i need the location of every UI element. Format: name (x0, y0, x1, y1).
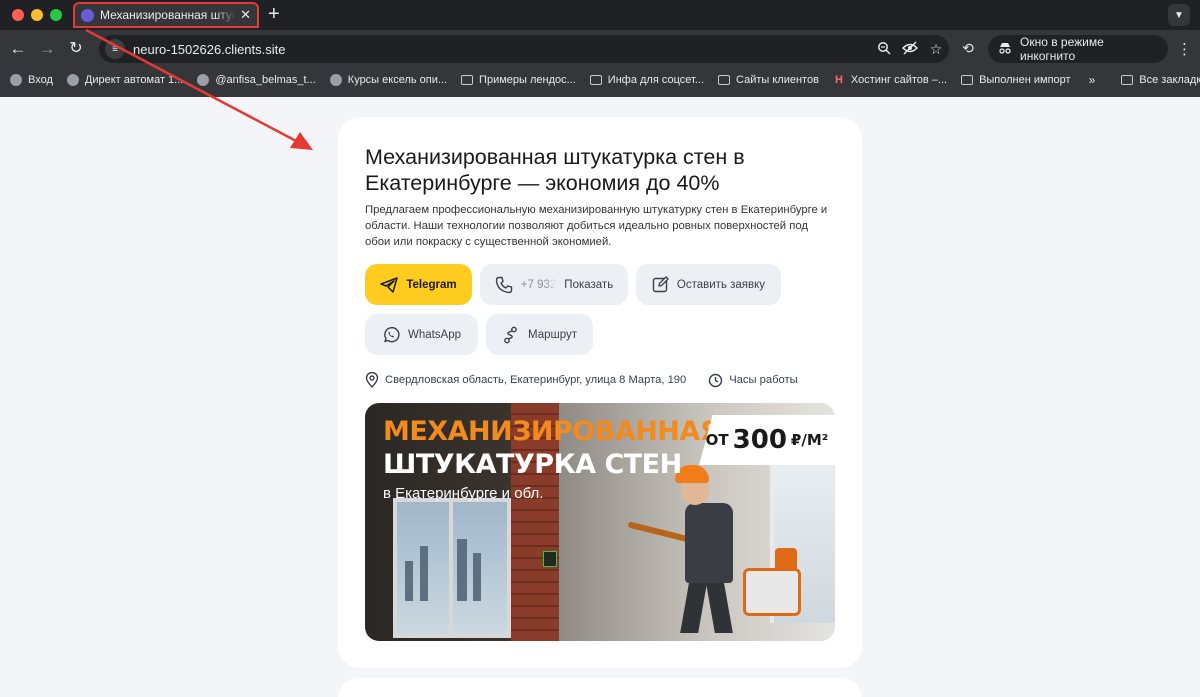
extension-icon[interactable]: ⟲ (958, 40, 978, 57)
route-button[interactable]: Маршрут (486, 314, 593, 355)
whatsapp-button[interactable]: WhatsApp (365, 314, 478, 355)
whatsapp-icon (384, 326, 400, 342)
hosting-logo-icon: Н (834, 74, 843, 86)
menu-icon[interactable]: ⋮ (1177, 40, 1192, 58)
route-label: Маршрут (527, 328, 577, 341)
globe-icon (197, 74, 210, 86)
tab-title: Механизированная штукатурка (100, 8, 237, 22)
bookmarks-overflow-button[interactable]: » (1089, 73, 1096, 87)
bookmark-item[interactable]: Выполнен импорт (961, 74, 1071, 86)
request-label: Оставить заявку (676, 278, 766, 291)
globe-icon (329, 74, 342, 86)
close-icon[interactable]: ✕ (240, 7, 251, 23)
telegram-icon (380, 276, 399, 293)
bookmark-label: Выполнен импорт (979, 74, 1071, 86)
browser-toolbar: ← → ↻ ≡ neuro-1502626.clients.site ☆ ⟲ О… (0, 30, 1200, 68)
bookmark-label: Все закладки (1139, 74, 1200, 86)
incognito-icon (998, 42, 1012, 57)
bookmark-item[interactable]: @anfisa_belmas_t... (197, 74, 316, 86)
show-phone-button[interactable]: +7 932 Показать (480, 264, 628, 305)
bookmark-label: Директ автомат 1... (84, 74, 184, 86)
plaster-machine (743, 568, 801, 616)
globe-icon (81, 8, 94, 22)
working-hours-label: Часы работы (729, 374, 798, 386)
price-unit: ₽/М² (790, 431, 829, 449)
folder-icon (461, 75, 474, 85)
price-from: ОТ (705, 431, 729, 449)
bookmark-label: Вход (28, 74, 53, 86)
folder-icon (961, 75, 974, 85)
bookmark-label: @anfisa_belmas_t... (215, 74, 316, 86)
all-bookmarks-button[interactable]: Все закладки (1121, 74, 1200, 86)
phone-icon (495, 276, 512, 293)
zoom-icon[interactable] (871, 41, 897, 58)
site-info-icon[interactable]: ≡ (105, 39, 125, 59)
price-value: 300 (732, 425, 787, 455)
telegram-button[interactable]: Telegram (365, 264, 472, 305)
banner-window-mullion (449, 498, 453, 638)
star-icon[interactable]: ☆ (923, 41, 949, 58)
banner-title-line2: ШТУКАТУРКА СТЕН (383, 449, 682, 480)
address-text: Свердловская область, Екатеринбург, улиц… (385, 374, 687, 386)
forward-button[interactable]: → (37, 39, 57, 59)
bookmark-label: Примеры лендос... (479, 74, 576, 86)
bookmark-item[interactable]: Сайты клиентов (718, 74, 819, 86)
back-button[interactable]: ← (8, 39, 28, 59)
minimize-window-button[interactable] (31, 9, 43, 21)
worker-figure (685, 503, 733, 583)
reload-button[interactable]: ↻ (66, 39, 86, 59)
whatsapp-label: WhatsApp (407, 328, 462, 341)
request-button[interactable]: Оставить заявку (636, 264, 781, 305)
location-pin-icon (365, 372, 379, 388)
browser-chrome: Механизированная штукатурка ✕ + ▼ ← → ↻ … (0, 0, 1200, 97)
bookmarks-bar: Вход Директ автомат 1... @anfisa_belmas_… (0, 68, 1200, 92)
route-icon (504, 326, 517, 343)
eye-off-icon[interactable] (897, 41, 923, 58)
bookmark-label: Хостинг сайтов –... (850, 74, 948, 86)
bookmark-item[interactable]: Примеры лендос... (461, 74, 576, 86)
chevron-down-icon: ▼ (1174, 9, 1184, 21)
bookmark-item[interactable]: Инфа для соцсет... (589, 74, 705, 86)
globe-icon (66, 74, 79, 86)
banner-subtitle: в Екатеринбурге и обл. (383, 485, 544, 502)
tab-strip: Механизированная штукатурка ✕ + ▼ (0, 0, 1200, 30)
telegram-label: Telegram (406, 278, 457, 291)
globe-icon (10, 74, 22, 86)
bookmark-item[interactable]: Н Хостинг сайтов –... (833, 74, 947, 86)
close-window-button[interactable] (12, 9, 24, 21)
active-tab[interactable]: Механизированная штукатурка ✕ (73, 2, 259, 28)
folder-icon (1121, 75, 1134, 85)
url-text[interactable]: neuro-1502626.clients.site (133, 42, 871, 57)
laser-level-icon (543, 551, 557, 567)
incognito-indicator[interactable]: Окно в режиме инкогнито (988, 35, 1168, 63)
address-bar[interactable]: ≡ neuro-1502626.clients.site ☆ (99, 35, 949, 63)
bookmark-label: Сайты клиентов (736, 74, 819, 86)
folder-icon (589, 75, 602, 85)
maximize-window-button[interactable] (50, 9, 62, 21)
clock-icon (709, 373, 723, 387)
incognito-label: Окно в режиме инкогнито (1020, 35, 1104, 63)
contact-info-row: Свердловская область, Екатеринбург, улиц… (365, 372, 798, 388)
bookmark-item[interactable]: Директ автомат 1... (66, 74, 184, 86)
working-hours-link[interactable]: Часы работы (708, 373, 798, 388)
bookmark-item[interactable]: Курсы ексель опи... (329, 74, 448, 86)
new-tab-button[interactable]: + (268, 4, 280, 24)
edit-icon (652, 276, 669, 293)
price-badge: ОТ 300 ₽/М² (699, 415, 835, 465)
bookmark-label: Курсы ексель опи... (347, 74, 448, 86)
show-phone-label: Показать (564, 278, 614, 291)
bookmark-item[interactable]: Вход (10, 74, 53, 86)
phone-number: +7 932 (520, 278, 557, 291)
tab-search-button[interactable]: ▼ (1168, 4, 1190, 26)
next-card (338, 678, 862, 697)
bookmark-label: Инфа для соцсет... (607, 74, 705, 86)
banner-title-line1: МЕХАНИЗИРОВАННАЯ (383, 416, 721, 447)
business-card: Механизированная штукатурка стен в Екате… (338, 117, 862, 668)
worker-figure (705, 578, 733, 633)
page-description: Предлагаем профессиональную механизирова… (365, 204, 828, 248)
folder-icon (718, 75, 731, 85)
promo-banner: МЕХАНИЗИРОВАННАЯ ШТУКАТУРКА СТЕН в Екате… (365, 403, 835, 641)
page-title: Механизированная штукатурка стен в Екате… (365, 145, 745, 195)
